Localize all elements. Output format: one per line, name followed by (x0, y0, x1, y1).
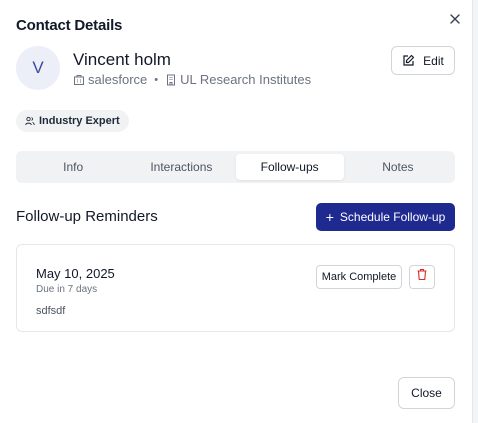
organization-name: UL Research Institutes (180, 72, 312, 87)
tab-interactions[interactable]: Interactions (127, 154, 235, 180)
industry-tag: Industry Expert (16, 110, 129, 132)
users-icon (25, 116, 35, 126)
mark-complete-button[interactable]: Mark Complete (316, 265, 402, 289)
office-icon (165, 74, 177, 86)
contact-details-dialog: Contact Details V Vincent holm salesforc… (0, 0, 472, 423)
tag-label: Industry Expert (39, 115, 120, 127)
dialog-title: Contact Details (16, 17, 123, 34)
follow-up-due: Due in 7 days (36, 284, 98, 295)
contact-name: Vincent holm (73, 50, 171, 69)
tab-bar: Info Interactions Follow-ups Notes (16, 151, 455, 183)
follow-up-note: sdfsdf (36, 305, 66, 317)
scrollbar[interactable] (472, 0, 478, 423)
follow-up-card: May 10, 2025 Due in 7 days sdfsdf Mark C… (16, 244, 455, 332)
avatar-initial: V (32, 58, 44, 77)
tab-follow-ups[interactable]: Follow-ups (235, 154, 344, 180)
schedule-follow-up-button[interactable]: + Schedule Follow-up (316, 203, 455, 231)
follow-up-date: May 10, 2025 (36, 266, 115, 281)
avatar: V (16, 46, 60, 90)
close-button[interactable]: Close (398, 377, 455, 409)
trash-icon (416, 268, 428, 286)
edit-button[interactable]: Edit (391, 46, 455, 75)
delete-follow-up-button[interactable] (409, 265, 435, 289)
tab-info[interactable]: Info (19, 154, 127, 180)
company-name: salesforce (88, 72, 148, 87)
pencil-square-icon (402, 54, 415, 67)
plus-icon: + (325, 209, 334, 225)
building-icon (73, 74, 85, 86)
edit-label: Edit (423, 53, 444, 68)
tab-notes[interactable]: Notes (344, 154, 452, 180)
follow-up-heading: Follow-up Reminders (16, 208, 158, 225)
contact-meta: salesforce • UL Research Institutes (73, 72, 311, 87)
close-icon[interactable] (447, 11, 463, 27)
schedule-follow-up-label: Schedule Follow-up (339, 210, 446, 224)
meta-separator: • (154, 73, 159, 86)
